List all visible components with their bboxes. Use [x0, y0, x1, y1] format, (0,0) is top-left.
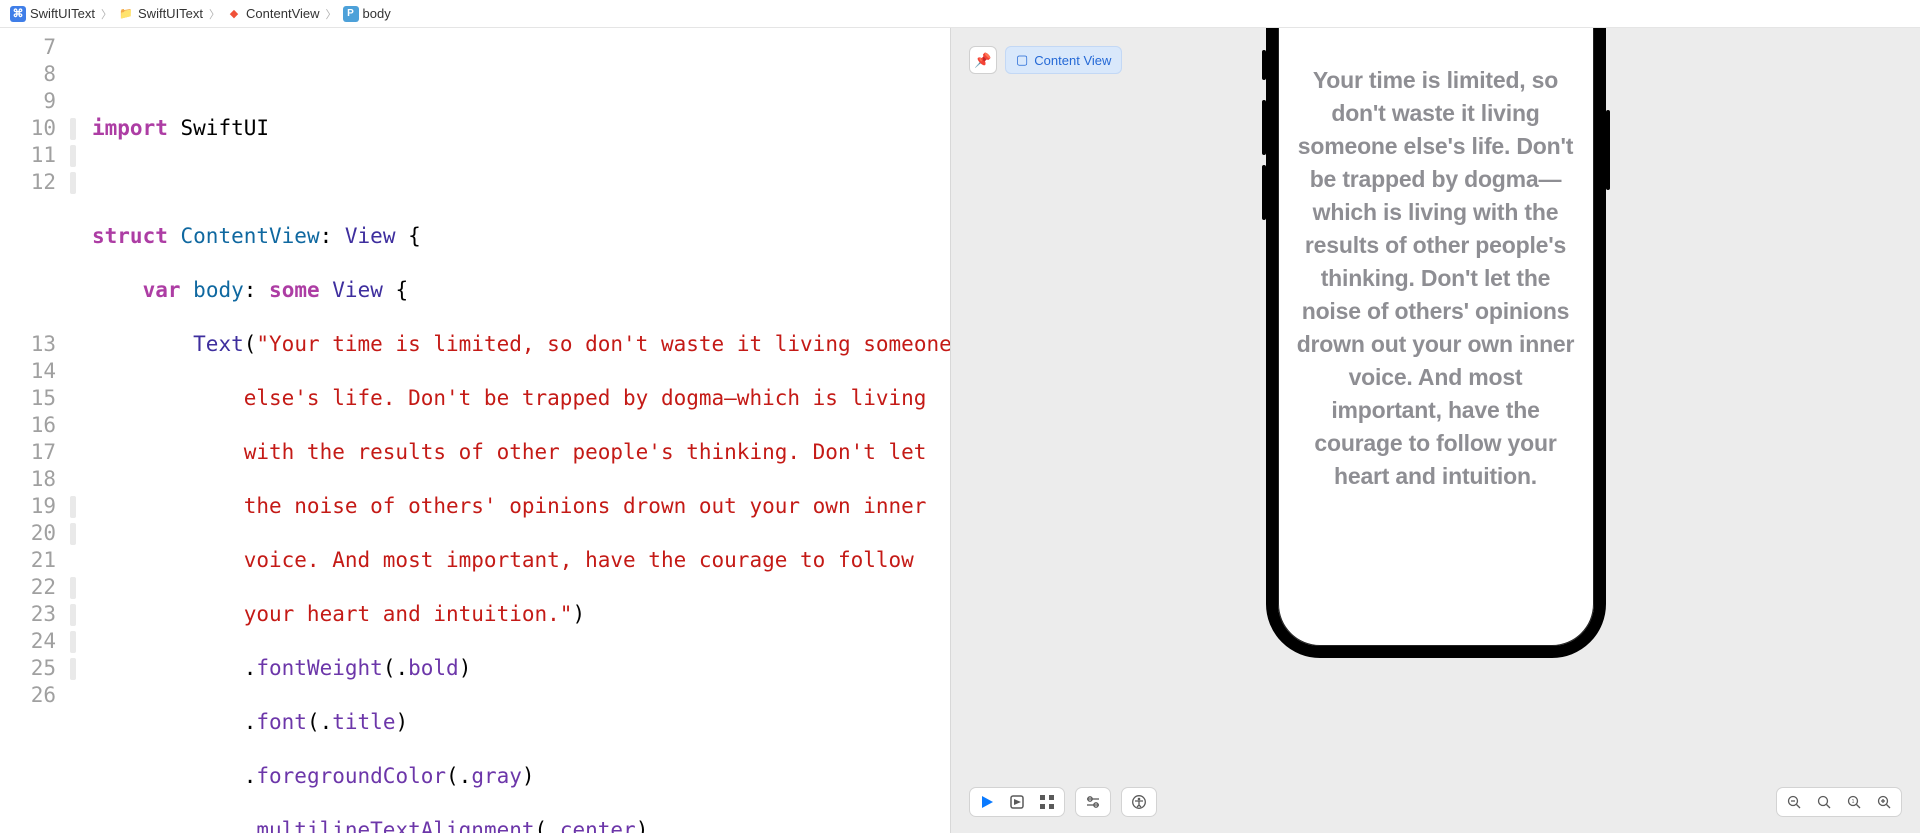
fold-ribbon [66, 28, 80, 833]
code-content[interactable]: import SwiftUI struct ContentView: View … [80, 28, 950, 833]
app-icon: ⌘ [10, 6, 26, 22]
line-number [0, 223, 56, 250]
line-number: 26 [0, 682, 56, 709]
zoom-group: 1 [1776, 787, 1902, 817]
line-number: 14 [0, 358, 56, 385]
fold-indicator[interactable] [70, 496, 76, 518]
zoom-fit-button[interactable] [1815, 793, 1833, 811]
device-settings-group [1075, 787, 1111, 817]
breadcrumb-label: ContentView [246, 6, 319, 21]
fold-indicator[interactable] [70, 523, 76, 545]
selectable-preview-button[interactable] [1008, 793, 1026, 811]
line-number: 22 [0, 574, 56, 601]
fold-indicator[interactable] [70, 631, 76, 653]
preview-text: Your time is limited, so don't waste it … [1294, 64, 1578, 493]
phone-button-icon [1262, 165, 1266, 220]
phone-button-icon [1606, 110, 1610, 190]
preview-canvas: 📌 ▢ Content View Your time is limited, s… [950, 28, 1920, 833]
breadcrumb-folder[interactable]: 📁 SwiftUIText [118, 6, 203, 22]
line-number [0, 196, 56, 223]
breadcrumb-label: body [363, 6, 391, 21]
fold-indicator[interactable] [70, 604, 76, 626]
pin-icon: 📌 [974, 52, 991, 69]
line-number: 23 [0, 601, 56, 628]
breadcrumb-project[interactable]: ⌘ SwiftUIText [10, 6, 95, 22]
line-number: 19 [0, 493, 56, 520]
live-preview-button[interactable] [978, 793, 996, 811]
device-settings-button[interactable] [1084, 793, 1102, 811]
line-number: 9 [0, 88, 56, 115]
fold-indicator[interactable] [70, 172, 76, 194]
line-number [0, 250, 56, 277]
breadcrumb-label: SwiftUIText [30, 6, 95, 21]
device-screen: Your time is limited, so don't waste it … [1278, 28, 1594, 646]
phone-button-icon [1262, 100, 1266, 155]
line-number: 17 [0, 439, 56, 466]
line-number: 10 [0, 115, 56, 142]
line-number-gutter: 7 8 9 10 11 12 13 14 15 16 17 18 19 20 2… [0, 28, 66, 833]
line-number: 7 [0, 34, 56, 61]
accessibility-button[interactable] [1130, 793, 1148, 811]
line-number: 18 [0, 466, 56, 493]
line-number: 15 [0, 385, 56, 412]
preview-selector-label: Content View [1034, 53, 1111, 68]
line-number: 13 [0, 331, 56, 358]
preview-selector[interactable]: ▢ Content View [1005, 46, 1122, 74]
line-number: 20 [0, 520, 56, 547]
fold-indicator[interactable] [70, 118, 76, 140]
fold-indicator[interactable] [70, 145, 76, 167]
device-icon: ▢ [1016, 52, 1028, 68]
zoom-actual-button[interactable]: 1 [1845, 793, 1863, 811]
pin-preview-button[interactable]: 📌 [969, 46, 997, 74]
fold-indicator[interactable] [70, 577, 76, 599]
code-editor[interactable]: 7 8 9 10 11 12 13 14 15 16 17 18 19 20 2… [0, 28, 950, 833]
line-number: 21 [0, 547, 56, 574]
line-number [0, 277, 56, 304]
line-number: 8 [0, 61, 56, 88]
line-number: 16 [0, 412, 56, 439]
zoom-out-button[interactable] [1785, 793, 1803, 811]
line-number: 24 [0, 628, 56, 655]
breadcrumb-file[interactable]: ◆ ContentView [226, 6, 319, 22]
swift-icon: ◆ [226, 6, 242, 22]
svg-text:1: 1 [1852, 799, 1855, 805]
chevron-right-icon: 〉 [101, 6, 112, 22]
breadcrumb-label: SwiftUIText [138, 6, 203, 21]
accessibility-group [1121, 787, 1157, 817]
preview-mode-group [969, 787, 1065, 817]
device-frame: Your time is limited, so don't waste it … [1266, 28, 1606, 658]
line-number: 25 [0, 655, 56, 682]
chevron-right-icon: 〉 [326, 6, 337, 22]
zoom-in-button[interactable] [1875, 793, 1893, 811]
breadcrumb: ⌘ SwiftUIText 〉 📁 SwiftUIText 〉 ◆ Conten… [0, 0, 1920, 28]
line-number [0, 304, 56, 331]
folder-icon: 📁 [118, 6, 134, 22]
phone-button-icon [1262, 50, 1266, 80]
chevron-right-icon: 〉 [209, 6, 220, 22]
line-number: 12 [0, 169, 56, 196]
line-number: 11 [0, 142, 56, 169]
variants-preview-button[interactable] [1038, 793, 1056, 811]
breadcrumb-symbol[interactable]: P body [343, 6, 391, 22]
fold-indicator[interactable] [70, 658, 76, 680]
property-icon: P [343, 6, 359, 22]
